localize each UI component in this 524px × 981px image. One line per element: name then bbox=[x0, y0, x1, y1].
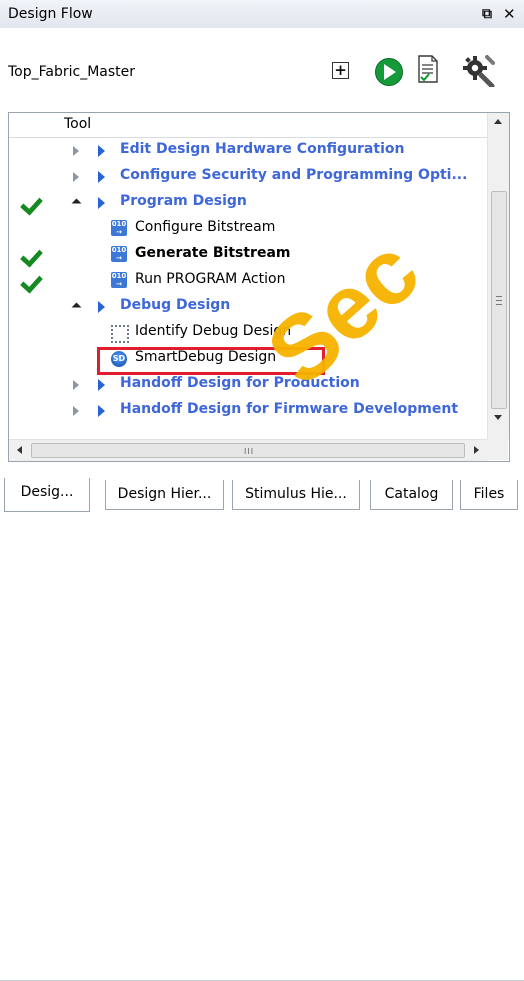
category-arrow-icon bbox=[98, 145, 105, 157]
panel-titlebar: Design Flow ⧉ ✕ bbox=[0, 0, 524, 29]
design-flow-tree: Tool Edit Design Hardware Configuration … bbox=[8, 112, 510, 462]
category-arrow-icon bbox=[98, 301, 105, 313]
bitstream-icon: 010 → bbox=[111, 220, 127, 236]
bottom-tab-bar: Desig... Design Hier... Stimulus Hie... … bbox=[0, 472, 524, 981]
column-header-tool[interactable]: Tool bbox=[64, 116, 91, 132]
close-icon[interactable]: ✕ bbox=[503, 5, 516, 23]
tree-row-program-design[interactable]: Program Design bbox=[9, 190, 487, 216]
check-icon bbox=[19, 270, 44, 294]
settings-icon bbox=[463, 55, 495, 89]
expand-all-icon: + bbox=[334, 61, 347, 79]
report-button[interactable] bbox=[417, 55, 439, 83]
tree-row-generate-bitstream[interactable]: 010 → Generate Bitstream bbox=[9, 242, 487, 268]
tree-row-handoff-firmware[interactable]: Handoff Design for Firmware Development bbox=[9, 398, 487, 424]
tree-row-smartdebug-design[interactable]: SD SmartDebug Design bbox=[9, 346, 487, 372]
expand-caret-icon[interactable] bbox=[73, 406, 79, 416]
task-label: SmartDebug Design bbox=[135, 349, 277, 365]
horizontal-scrollbar[interactable]: III bbox=[9, 439, 487, 461]
tree-row-handoff-production[interactable]: Handoff Design for Production bbox=[9, 372, 487, 398]
project-toolbar: Top_Fabric_Master + bbox=[0, 28, 524, 112]
task-label: Configure Bitstream bbox=[135, 219, 276, 235]
tab-design-flow[interactable]: Desig... bbox=[4, 478, 90, 512]
category-label: Edit Design Hardware Configuration bbox=[120, 141, 405, 157]
bitstream-icon: 010 → bbox=[111, 272, 127, 288]
float-window-icon[interactable]: ⧉ bbox=[482, 6, 492, 22]
report-icon bbox=[418, 55, 438, 83]
tab-design-hierarchy[interactable]: Design Hier... bbox=[105, 480, 224, 510]
expand-caret-icon[interactable] bbox=[73, 380, 79, 390]
panel-title: Design Flow bbox=[8, 6, 93, 22]
category-arrow-icon bbox=[98, 379, 105, 391]
settings-button[interactable] bbox=[462, 53, 496, 89]
scroll-thumb[interactable] bbox=[491, 191, 507, 409]
grip-icon: III bbox=[244, 447, 255, 456]
identify-debug-icon bbox=[111, 325, 129, 343]
category-arrow-icon bbox=[98, 171, 105, 183]
category-label: Program Design bbox=[120, 193, 247, 209]
tab-catalog[interactable]: Catalog bbox=[370, 480, 453, 510]
expand-all-button[interactable]: + bbox=[332, 61, 349, 79]
category-label: Handoff Design for Firmware Development bbox=[120, 401, 459, 417]
category-arrow-icon bbox=[98, 405, 105, 417]
check-icon bbox=[19, 192, 44, 216]
vertical-scrollbar[interactable] bbox=[487, 113, 509, 439]
tree-row-configure-security[interactable]: Configure Security and Programming Opti.… bbox=[9, 164, 487, 190]
smartdebug-icon: SD bbox=[111, 351, 127, 367]
tree-row-edit-design-hardware[interactable]: Edit Design Hardware Configuration bbox=[9, 138, 487, 164]
expand-caret-icon[interactable] bbox=[73, 146, 79, 156]
scroll-right-icon[interactable] bbox=[474, 446, 479, 454]
category-label: Configure Security and Programming Opti.… bbox=[120, 167, 468, 183]
category-arrow-icon bbox=[98, 197, 105, 209]
run-button[interactable] bbox=[375, 58, 403, 86]
scroll-thumb[interactable]: III bbox=[31, 443, 465, 458]
scroll-corner bbox=[487, 439, 508, 460]
scroll-left-icon[interactable] bbox=[17, 446, 22, 454]
tree-row-configure-bitstream[interactable]: 010 → Configure Bitstream bbox=[9, 216, 487, 242]
grip-icon bbox=[496, 296, 502, 305]
task-label: Run PROGRAM Action bbox=[135, 271, 286, 287]
check-icon bbox=[19, 244, 44, 268]
tab-files[interactable]: Files bbox=[460, 480, 518, 510]
column-header: Tool bbox=[9, 113, 487, 138]
tab-stimulus-hierarchy[interactable]: Stimulus Hie... bbox=[232, 480, 360, 510]
bitstream-icon: 010 → bbox=[111, 246, 127, 262]
category-label: Debug Design bbox=[120, 297, 231, 313]
scroll-down-icon[interactable] bbox=[494, 415, 502, 420]
tree-row-identify-debug-design[interactable]: Identify Debug Design bbox=[9, 320, 487, 346]
project-name: Top_Fabric_Master bbox=[8, 64, 136, 80]
task-label: Generate Bitstream bbox=[135, 245, 291, 261]
scroll-up-icon[interactable] bbox=[494, 119, 502, 124]
collapse-caret-icon[interactable] bbox=[71, 302, 82, 313]
run-icon bbox=[384, 64, 396, 80]
expand-caret-icon[interactable] bbox=[73, 172, 79, 182]
collapse-caret-icon[interactable] bbox=[71, 198, 82, 209]
